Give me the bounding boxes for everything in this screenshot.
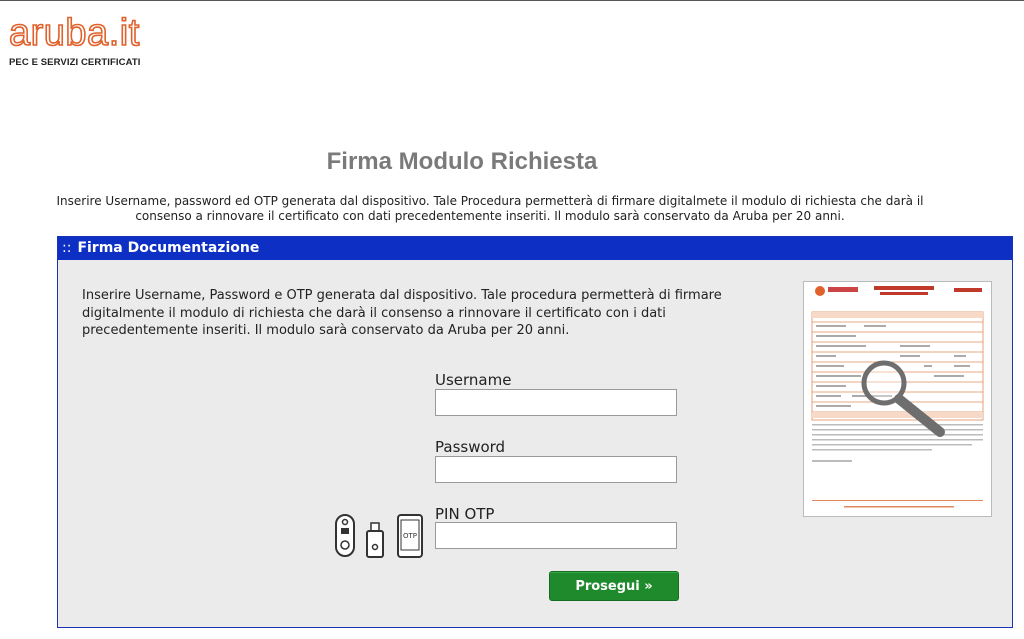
panel-header-title: Firma Documentazione [77,240,260,256]
otp-input[interactable] [435,522,677,549]
username-input[interactable] [435,389,677,416]
signature-panel: :: Firma Documentazione Inserire Username… [57,236,1013,628]
panel-header: :: Firma Documentazione [58,237,1012,260]
otp-label: PIN OTP [435,505,495,523]
panel-description: Inserire Username, Password e OTP genera… [82,288,722,338]
intro-text: Inserire Username, password ed OTP gener… [56,194,924,223]
document-preview[interactable] [803,281,992,517]
otp-keyfob-icon [335,514,355,557]
smartphone-otp-icon: OTP [397,514,423,558]
password-input[interactable] [435,456,677,483]
prosegui-button[interactable]: Prosegui » [549,571,679,601]
password-label: Password [435,438,506,456]
logo-wordmark: aruba.it [8,12,140,54]
page-title: Firma Modulo Richiesta [326,148,598,175]
logo-tagline: PEC E SERVIZI CERTIFICATI [9,57,141,68]
username-label: Username [435,371,512,389]
usb-token-icon [366,522,384,558]
otp-device-label: OTP [403,532,417,540]
aruba-logo[interactable]: aruba.it PEC E SERVIZI CERTIFICATI [8,12,149,68]
panel-header-prefix: :: [62,240,72,256]
otp-devices-icon: OTP [335,514,423,558]
document-preview-image [804,282,991,516]
